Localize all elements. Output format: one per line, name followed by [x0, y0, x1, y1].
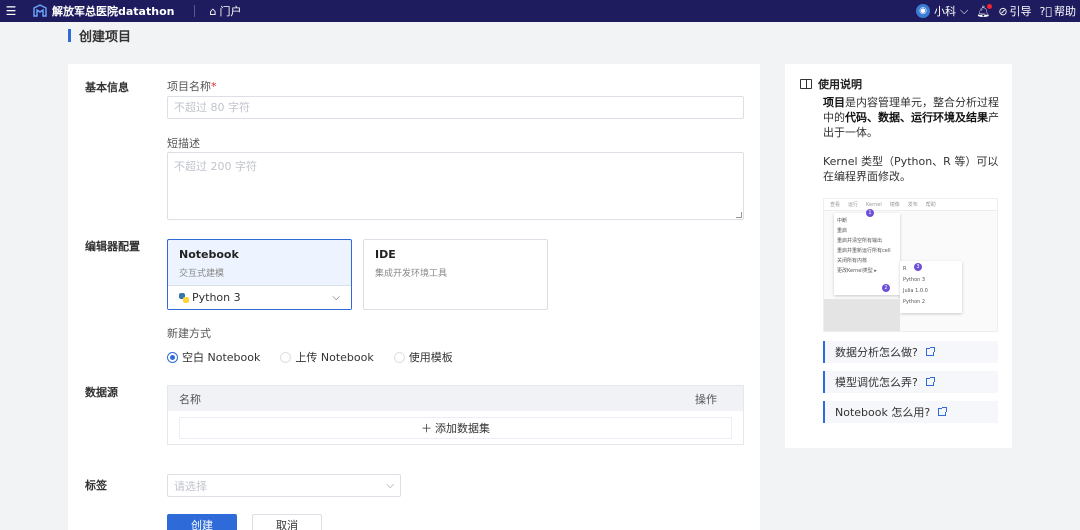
step-badge: 3 — [914, 263, 922, 271]
notification-bell-icon[interactable]: 🔔︎ — [976, 3, 993, 18]
tags-placeholder: 请选择 — [174, 479, 207, 493]
radio-upload-notebook[interactable]: 上传 Notebook — [280, 349, 374, 365]
usage-help-panel: 使用说明 项目是内容管理单元，整合分析过程中的代码、数据、运行环境及结果产出于一… — [785, 64, 1012, 448]
step-badge: 2 — [882, 284, 890, 292]
hamburger-icon[interactable]: ☰ — [0, 0, 22, 22]
kernel-select[interactable]: Python 3 ⌵ — [168, 285, 351, 309]
create-method-radio-group: 空白 Notebook 上传 Notebook 使用模板 — [167, 349, 473, 365]
radio-label: 上传 Notebook — [295, 351, 374, 364]
screenshot-area — [824, 299, 900, 331]
help-link[interactable]: ?⃝ 帮助 — [1040, 3, 1076, 19]
help-link-data-analysis[interactable]: 数据分析怎么做? — [823, 341, 998, 363]
datasource-table: 名称 操作 ＋ 添加数据集 — [167, 385, 744, 445]
radio-button[interactable] — [280, 351, 292, 363]
editor-option-notebook[interactable]: Notebook 交互式建模 Python 3 ⌵ — [167, 239, 352, 310]
project-name-label: 项目名称* — [167, 80, 217, 93]
app-title[interactable]: 解放军总医院datathon — [52, 3, 174, 19]
basic-info-label: 基本信息 — [85, 81, 129, 94]
notification-dot — [987, 3, 993, 9]
editor-option-ide[interactable]: IDE 集成开发环境工具 — [363, 239, 548, 310]
external-link-icon — [925, 377, 935, 386]
radio-use-template[interactable]: 使用模板 — [393, 349, 453, 365]
col-action-header: 操作 — [695, 392, 717, 406]
chevron-down-icon: ⌵ — [332, 292, 340, 303]
step-badge: 1 — [866, 209, 874, 217]
required-mark: * — [211, 80, 217, 93]
screenshot-dropdown: 中断 重启 重启并清空所有输出 重启并重新运行所有cell 关闭所有内核 更改Kernel… — [834, 213, 900, 295]
divider — [194, 5, 196, 17]
help-paragraph-2: Kernel 类型（Python、R 等）可以在编程界面修改。 — [823, 155, 999, 183]
create-button[interactable]: 创建 — [167, 514, 237, 530]
top-right-actions: ◉ 小科 ⌵ 🔔︎ ⊘ 引导 ?⃝ 帮助 — [916, 0, 1076, 22]
radio-label: 空白 Notebook — [182, 351, 261, 364]
project-name-input[interactable] — [167, 96, 744, 119]
tags-select[interactable]: 请选择 ⌵ — [167, 474, 401, 497]
user-name: 小科 — [934, 5, 957, 18]
screenshot-menubar: 查看 运行 Kernel 镜像 发布 帮助 — [824, 199, 997, 211]
editor-title: IDE — [375, 248, 396, 261]
help-link-notebook-usage[interactable]: Notebook 怎么用? — [823, 401, 998, 423]
help-link-model-tuning[interactable]: 模型调优怎么弄? — [823, 371, 998, 393]
top-navbar: ☰ 解放军总医院datathon ⌂ 门户 ◉ 小科 ⌵ 🔔︎ ⊘ 引导 ?⃝ … — [0, 0, 1080, 22]
help-paragraph-1: 项目是内容管理单元，整合分析过程中的代码、数据、运行环境及结果产出于一体。 — [823, 96, 999, 139]
editor-config-label: 编辑器配置 — [85, 240, 140, 253]
radio-label: 使用模板 — [408, 351, 453, 364]
page-title: 创建项目 — [68, 26, 132, 45]
book-icon — [800, 79, 812, 89]
help-title: 使用说明 — [800, 76, 862, 92]
portal-label: 门户 — [219, 5, 242, 18]
external-link-icon — [925, 347, 935, 356]
home-icon: ⌂ — [209, 4, 217, 18]
resize-handle-icon[interactable] — [736, 212, 742, 218]
help-label: 帮助 — [1054, 5, 1076, 18]
datasource-label: 数据源 — [85, 386, 118, 399]
external-link-icon — [938, 407, 948, 416]
radio-blank-notebook[interactable]: 空白 Notebook — [167, 349, 260, 365]
add-dataset-button[interactable]: ＋ 添加数据集 — [179, 417, 732, 439]
short-desc-label: 短描述 — [167, 137, 200, 150]
python-icon — [179, 292, 189, 303]
title-accent-bar — [68, 28, 71, 42]
question-icon: ?⃝ — [1039, 4, 1052, 18]
cancel-button[interactable]: 取消 — [252, 514, 322, 530]
logo-icon — [33, 4, 47, 17]
user-menu[interactable]: ◉ 小科 ⌵ — [916, 3, 968, 19]
radio-button[interactable] — [167, 351, 178, 363]
editor-desc: 集成开发环境工具 — [375, 269, 448, 279]
guide-link[interactable]: ⊘ 引导 — [998, 3, 1031, 19]
guide-label: 引导 — [1009, 5, 1032, 18]
plus-icon: ＋ — [421, 422, 432, 435]
avatar: ◉ — [916, 4, 931, 18]
tags-label: 标签 — [85, 479, 107, 492]
compass-icon: ⊘ — [998, 4, 1008, 18]
help-title-text: 使用说明 — [818, 78, 862, 91]
chevron-down-icon: ⌵ — [386, 480, 394, 491]
app-logo[interactable] — [32, 3, 48, 19]
help-link-label: 模型调优怎么弄? — [835, 376, 918, 389]
kernel-switch-screenshot: 查看 运行 Kernel 镜像 发布 帮助 中断 重启 重启并清空所有输出 重启并重新运行所有c… — [823, 198, 998, 332]
col-name-header: 名称 — [179, 392, 201, 406]
kernel-value: Python 3 — [192, 291, 241, 304]
editor-desc: 交互式建模 — [179, 269, 225, 279]
create-project-form: 基本信息 项目名称* 短描述 编辑器配置 Notebook 交互式建模 Pyth… — [68, 64, 760, 530]
short-desc-textarea[interactable] — [167, 152, 744, 220]
portal-link[interactable]: ⌂ 门户 — [209, 3, 241, 19]
page-title-text: 创建项目 — [79, 29, 132, 45]
screenshot-submenu: R Python 3 Julia 1.0.0 Python 2 — [900, 261, 962, 313]
create-method-label: 新建方式 — [167, 327, 211, 340]
editor-title: Notebook — [179, 248, 239, 261]
table-header: 名称 操作 — [168, 386, 743, 411]
radio-button[interactable] — [393, 351, 405, 363]
add-dataset-label: 添加数据集 — [435, 422, 490, 435]
help-link-label: Notebook 怎么用? — [835, 406, 931, 419]
chevron-down-icon: ⌵ — [960, 4, 969, 17]
help-link-label: 数据分析怎么做? — [835, 346, 918, 359]
